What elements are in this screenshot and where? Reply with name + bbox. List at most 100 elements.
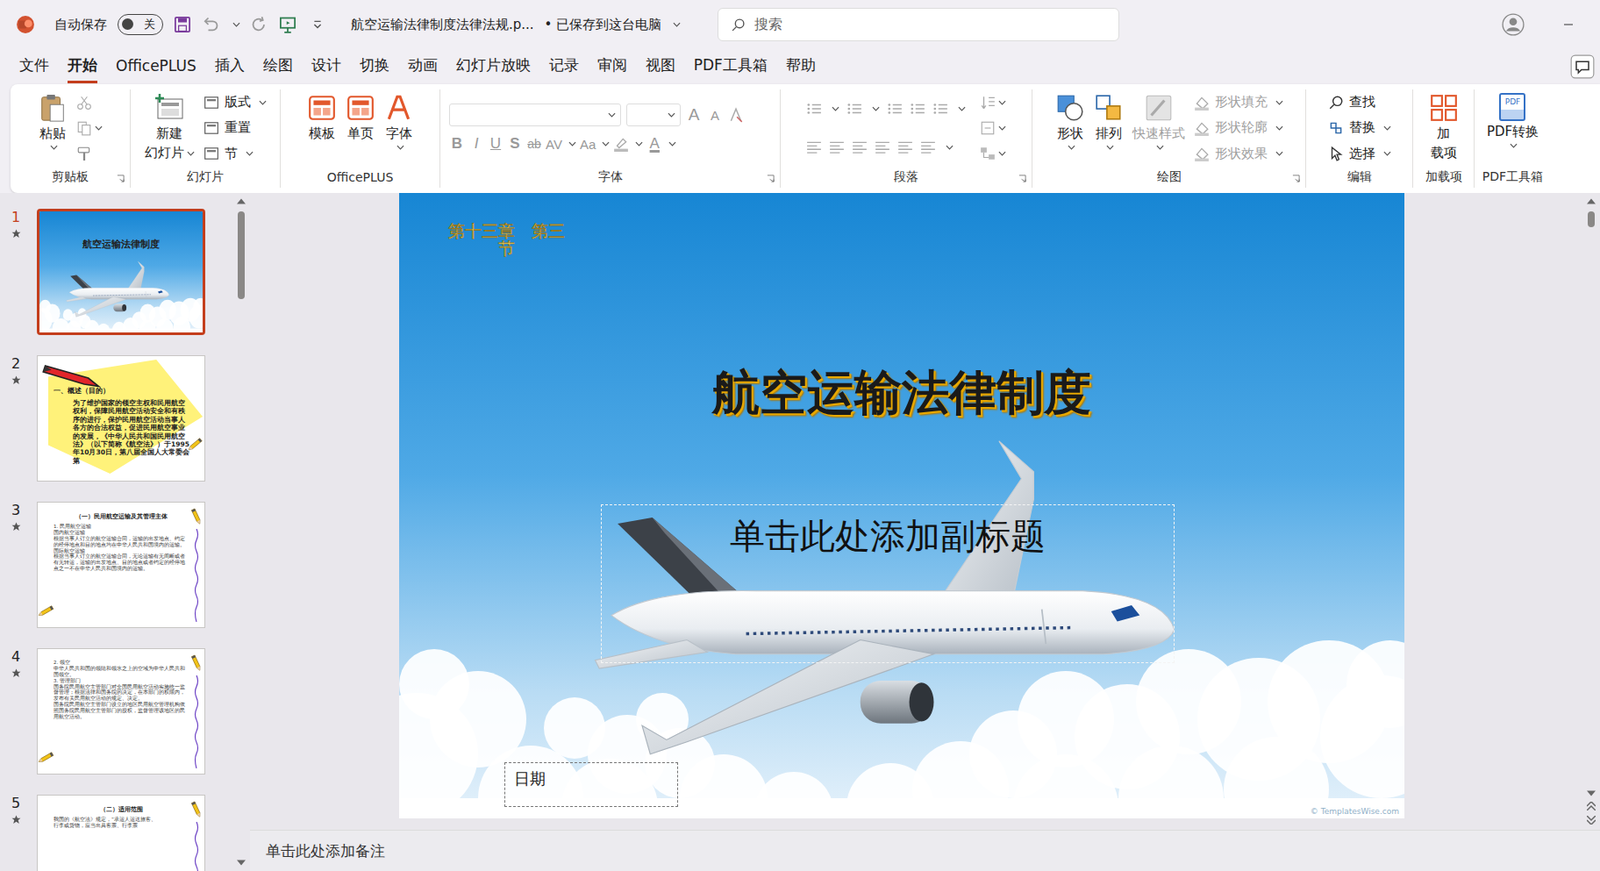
- dropdown-arrow-icon[interactable]: [1383, 150, 1392, 157]
- slide-thumbnail-item[interactable]: 5 （二）适用范围 我国的《航空法》规定，“承运人运送旅客、行李或货物，应当出具…: [8, 794, 233, 871]
- scroll-up-icon[interactable]: [236, 198, 246, 205]
- list-format-icon[interactable]: [932, 100, 949, 117]
- format-button[interactable]: Aa: [579, 136, 596, 152]
- minimize-icon[interactable]: [1563, 19, 1574, 30]
- dialog-launcher-icon[interactable]: [766, 174, 775, 183]
- align-icon[interactable]: [828, 139, 845, 156]
- save-icon[interactable]: [173, 15, 192, 34]
- slide-thumbnail[interactable]: （一）民用航空运输及其管理主体 1. 民用航空运输国内航空运输根据当事人订立的航…: [36, 501, 206, 629]
- ribbon-tab[interactable]: PDF工具箱: [693, 50, 768, 84]
- account-icon[interactable]: [1501, 13, 1525, 36]
- shape-format-button[interactable]: 形状轮廓: [1193, 119, 1284, 136]
- font-name-field[interactable]: [449, 103, 622, 127]
- next-slide-icon[interactable]: [1586, 815, 1596, 825]
- dropdown-arrow-icon[interactable]: [1275, 125, 1284, 131]
- previous-slide-icon[interactable]: [1586, 801, 1596, 811]
- dropdown-arrow-icon[interactable]: [1509, 142, 1518, 149]
- grow-font-button[interactable]: A: [685, 105, 702, 125]
- addins-button[interactable]: 加 载项: [1428, 89, 1459, 167]
- cut-icon[interactable]: [76, 94, 93, 111]
- editing-button[interactable]: 查找: [1328, 93, 1376, 111]
- slide-thumbnail[interactable]: 一、概述（目的） 为了维护国家的领空主权和民用航空权利，保障民用航空活动安全和有…: [36, 355, 206, 482]
- dropdown-arrow-icon[interactable]: [957, 106, 966, 112]
- officeplus-button[interactable]: 模板: [307, 89, 337, 167]
- dropdown-arrow-icon[interactable]: [998, 150, 1007, 157]
- editing-button[interactable]: 选择: [1328, 145, 1392, 163]
- slide-scrollbar[interactable]: [1581, 192, 1600, 830]
- slide-thumbnail-item[interactable]: 2 一、概述（目的） 为了维护国家的领空主权和民用航空权利，保障民用航空活动安全…: [8, 355, 233, 482]
- search-box[interactable]: 搜索: [717, 7, 1120, 42]
- slide-title[interactable]: 航空运输法律制度: [399, 361, 1405, 426]
- drawing-button[interactable]: 快速样式: [1132, 89, 1186, 167]
- present-icon[interactable]: [278, 15, 297, 34]
- ribbon-tab[interactable]: 帮助: [785, 50, 816, 84]
- format-button[interactable]: ab: [526, 136, 543, 151]
- font-size-field[interactable]: [626, 103, 681, 127]
- ribbon-tab[interactable]: 幻灯片放映: [456, 50, 531, 84]
- ribbon-tab[interactable]: 切换: [359, 50, 390, 84]
- ribbon-tab[interactable]: 审阅: [597, 50, 628, 84]
- scrollbar-thumb[interactable]: [237, 211, 245, 300]
- dropdown-arrow-icon[interactable]: [668, 141, 677, 147]
- officeplus-button[interactable]: 字体: [384, 89, 415, 167]
- align-icon[interactable]: [874, 139, 891, 156]
- copy-icon[interactable]: [76, 120, 93, 136]
- slide-option-button[interactable]: 重置: [203, 119, 251, 136]
- slide-thumbnail-item[interactable]: 3 （一）民用航空运输及其管理主体 1. 民用航空运输国内航空运输根据当事人订立…: [8, 501, 233, 629]
- slide-thumbnail-item[interactable]: 4 2. 领空中华人民共和国的领陆和领水之上的空域为中华人民共和国领空。3. 管…: [8, 648, 233, 775]
- smartart-icon[interactable]: [979, 145, 996, 162]
- dialog-launcher-icon[interactable]: [1292, 174, 1300, 183]
- dropdown-arrow-icon[interactable]: [94, 125, 103, 131]
- format-button[interactable]: U: [487, 135, 504, 153]
- dialog-launcher-icon[interactable]: [116, 174, 125, 183]
- format-button[interactable]: I: [468, 135, 485, 153]
- list-format-icon[interactable]: [909, 100, 926, 117]
- shape-format-button[interactable]: 形状填充: [1193, 93, 1284, 111]
- dropdown-arrow-icon[interactable]: [945, 144, 954, 150]
- dropdown-arrow-icon[interactable]: [607, 112, 616, 118]
- format-button[interactable]: AV: [545, 136, 563, 152]
- list-format-icon[interactable]: [886, 100, 903, 117]
- align-icon[interactable]: [851, 139, 868, 156]
- chapter-label[interactable]: 第十三章 第三节: [444, 222, 569, 258]
- dropdown-arrow-icon[interactable]: [1067, 144, 1076, 150]
- ribbon-tab[interactable]: 绘图: [263, 50, 293, 84]
- format-button[interactable]: B: [449, 135, 465, 153]
- notes-pane[interactable]: 单击此处添加备注: [250, 829, 1600, 871]
- subtitle-placeholder[interactable]: 单击此处添加副标题: [600, 504, 1175, 664]
- ribbon-tab[interactable]: 开始: [67, 50, 98, 84]
- dropdown-arrow-icon[interactable]: [601, 141, 610, 147]
- dropdown-arrow-icon[interactable]: [871, 106, 880, 112]
- dropdown-arrow-icon[interactable]: [998, 100, 1007, 106]
- scroll-down-icon[interactable]: [1586, 790, 1596, 797]
- pdf-convert-button[interactable]: PDF PDF转换: [1486, 89, 1539, 167]
- slide-option-button[interactable]: 节: [203, 145, 254, 163]
- dropdown-arrow-icon[interactable]: [998, 125, 1007, 131]
- list-format-icon[interactable]: [846, 100, 863, 117]
- dropdown-arrow-icon[interactable]: [1106, 144, 1115, 150]
- powerpoint-logo-icon[interactable]: [15, 14, 36, 35]
- ribbon-tab[interactable]: 设计: [311, 50, 342, 84]
- slide-thumbnail-item[interactable]: 1 航空运输法律制度: [8, 208, 233, 336]
- dropdown-arrow-icon[interactable]: [1275, 150, 1284, 157]
- format-painter-icon[interactable]: [76, 145, 93, 162]
- dropdown-arrow-icon[interactable]: [568, 141, 577, 147]
- shape-format-button[interactable]: 形状效果: [1193, 145, 1284, 163]
- dropdown-arrow-icon[interactable]: [50, 144, 58, 150]
- new-slide-button[interactable]: 新建 幻灯片: [144, 89, 195, 167]
- slide-thumbnail[interactable]: 2. 领空中华人民共和国的领陆和领水之上的空域为中华人民共和国领空。3. 管理部…: [36, 648, 206, 775]
- redo-icon[interactable]: [250, 15, 269, 34]
- ribbon-tab[interactable]: 插入: [214, 50, 245, 84]
- highlight-icon[interactable]: [613, 135, 629, 152]
- document-title[interactable]: 航空运输法律制度法律法规.p... • 已保存到这台电脑: [350, 16, 681, 34]
- ribbon-tab[interactable]: 视图: [645, 50, 676, 84]
- dropdown-arrow-icon[interactable]: [635, 141, 643, 147]
- autosave-toggle[interactable]: 关: [117, 14, 164, 36]
- text-direction-icon[interactable]: [979, 94, 996, 111]
- dropdown-arrow-icon[interactable]: [1275, 100, 1284, 106]
- drawing-button[interactable]: 排列: [1093, 89, 1124, 167]
- scroll-down-icon[interactable]: [236, 859, 246, 866]
- dropdown-arrow-icon[interactable]: [1383, 125, 1392, 131]
- font-color-button[interactable]: A: [646, 135, 663, 153]
- dropdown-arrow-icon[interactable]: [396, 144, 405, 150]
